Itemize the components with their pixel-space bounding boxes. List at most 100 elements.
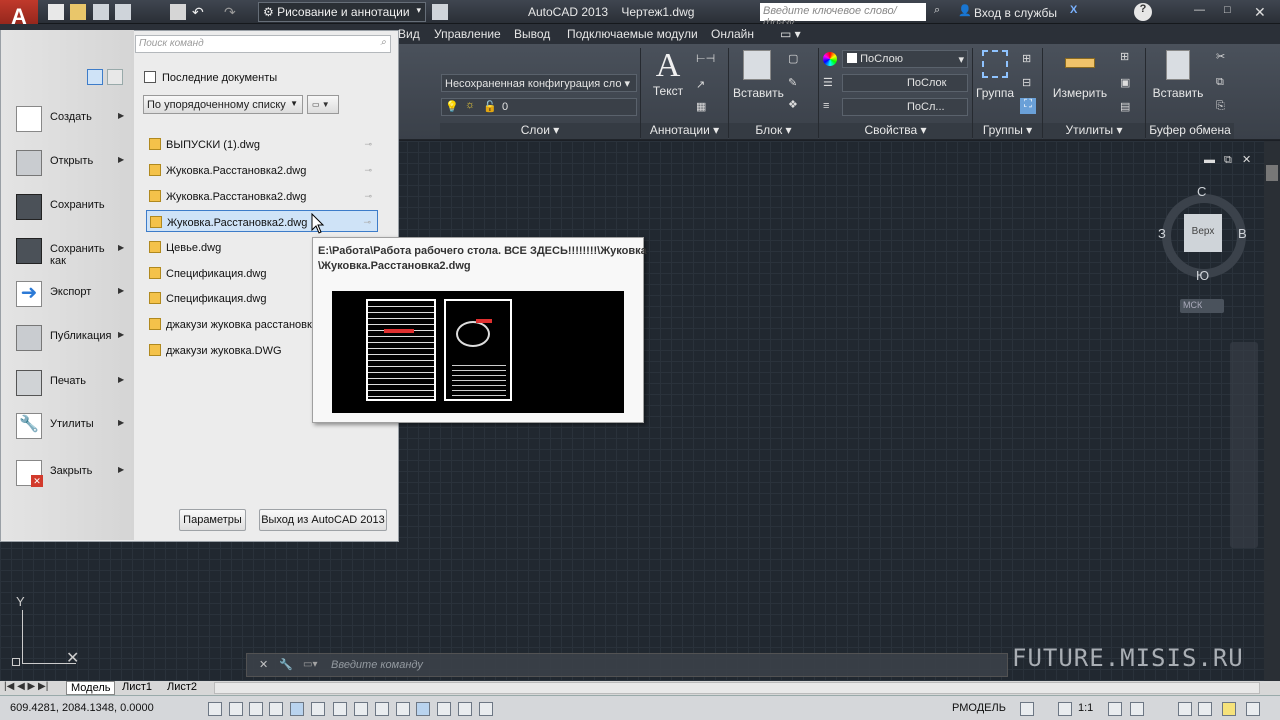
pin-icon[interactable]: ⊸ xyxy=(364,191,372,202)
navigation-bar[interactable] xyxy=(1230,342,1258,548)
panel-annotations-title[interactable]: Аннотации ▾ xyxy=(641,123,728,139)
attribute-icon[interactable]: ❖ xyxy=(788,98,798,111)
recent-doc-item-selected[interactable]: Жуковка.Расстановка2.dwg ⊸ xyxy=(146,210,378,232)
group-select-icon[interactable]: ⛶ xyxy=(1020,98,1036,114)
open-docs-view-icon[interactable] xyxy=(107,69,123,85)
paste-button[interactable]: Вставить xyxy=(1150,50,1206,110)
transparency-icon[interactable] xyxy=(437,702,451,716)
leader-icon[interactable]: ↗ xyxy=(696,78,705,91)
menu-create[interactable]: Создать ▶ xyxy=(14,102,132,136)
layer-state-select[interactable]: Несохраненная конфигурация сло ▾ xyxy=(441,74,637,92)
hardware-acceleration-icon[interactable] xyxy=(1198,702,1212,716)
compass-west[interactable]: З xyxy=(1158,226,1166,241)
cmd-settings-icon[interactable]: 🔧 xyxy=(279,658,293,671)
recent-doc-item[interactable]: Жуковка.Расстановка2.dwg ⊸ xyxy=(146,159,378,181)
options-button[interactable]: Параметры xyxy=(179,509,246,531)
panel-clipboard-title[interactable]: Буфер обмена xyxy=(1146,123,1234,139)
menu-output[interactable]: Вывод xyxy=(514,27,550,41)
signin-link[interactable]: Вход в службы xyxy=(974,6,1057,20)
annotation-autoscale-icon[interactable] xyxy=(1130,702,1144,716)
quick-calc-icon[interactable]: ⊞ xyxy=(1120,50,1129,63)
recent-doc-item[interactable]: ВЫПУСКИ (1).dwg ⊸ xyxy=(146,133,378,155)
menu-publish[interactable]: Публикация ▶ xyxy=(14,321,132,355)
recent-doc-item[interactable]: Жуковка.Расстановка2.dwg ⊸ xyxy=(146,185,378,207)
compass-east[interactable]: В xyxy=(1238,226,1247,241)
panel-layers-title[interactable]: Слои ▾ xyxy=(440,123,640,139)
menu-save[interactable]: Сохранить xyxy=(14,190,132,224)
open-icon[interactable] xyxy=(70,4,86,20)
pin-icon[interactable]: ⊸ xyxy=(363,217,371,228)
lock-ui-icon[interactable] xyxy=(1178,702,1192,716)
menu-utilities[interactable]: 🔧 Утилиты ▶ xyxy=(14,409,132,443)
3d-osnap-icon[interactable] xyxy=(333,702,347,716)
command-line[interactable]: ✕ 🔧 ▭▾ Введите команду xyxy=(246,653,1008,677)
plot-icon[interactable] xyxy=(170,4,186,20)
group-button[interactable]: Группа xyxy=(975,50,1015,110)
panel-block-title[interactable]: Блок ▾ xyxy=(729,123,818,139)
dynamic-input-icon[interactable] xyxy=(396,702,410,716)
linetype-select[interactable]: ПоСлок xyxy=(842,74,968,92)
grid-display-icon[interactable] xyxy=(249,702,263,716)
workspace-select[interactable]: ⚙ Рисование и аннотации ▾ xyxy=(258,2,426,22)
horizontal-scrollbar[interactable] xyxy=(214,682,1260,694)
help-icon[interactable]: ? xyxy=(1134,3,1152,21)
selection-cycling-icon[interactable] xyxy=(479,702,493,716)
panel-properties-title[interactable]: Свойства ▾ xyxy=(819,123,972,139)
pin-icon[interactable]: ⊸ xyxy=(364,165,372,176)
command-input[interactable]: Введите команду xyxy=(331,659,423,671)
ungroup-icon[interactable]: ⊞ xyxy=(1022,52,1031,65)
recent-docs-view-icon[interactable] xyxy=(87,69,103,85)
compass-south[interactable]: Ю xyxy=(1196,268,1209,283)
viewcube-top-face[interactable]: Верх xyxy=(1184,214,1222,252)
copy-icon[interactable]: ⧉ xyxy=(1216,76,1224,89)
search-input[interactable]: Введите ключевое слово/фразу xyxy=(760,3,926,29)
coordinates-readout[interactable]: 609.4281, 2084.1348, 0.0000 xyxy=(10,702,154,714)
viewport-restore-icon[interactable]: ⧉ xyxy=(1224,154,1232,167)
clean-screen-icon[interactable] xyxy=(1246,702,1260,716)
appmenu-search-input[interactable]: Поиск команд ⌕ xyxy=(135,35,391,53)
ortho-mode-icon[interactable] xyxy=(269,702,283,716)
object-snap-icon[interactable] xyxy=(311,702,325,716)
annotation-monitor-icon[interactable] xyxy=(1020,702,1034,716)
recent-doc-item[interactable]: джакузи жуковка расстановк xyxy=(146,313,312,335)
tab-nav-arrows-icon[interactable]: |◀ ◀ ▶ ▶| xyxy=(4,681,48,692)
insert-block-button[interactable]: Вставить xyxy=(733,50,784,110)
create-block-icon[interactable]: ▢ xyxy=(788,52,798,65)
dimension-icon[interactable]: ⊢⊣ xyxy=(696,52,715,65)
menu-close[interactable]: ✕ Закрыть ▶ xyxy=(14,456,132,490)
panel-groups-title[interactable]: Группы ▾ xyxy=(973,123,1042,139)
minimize-icon[interactable]: — xyxy=(1194,4,1210,20)
layers-quick-icon[interactable] xyxy=(432,4,448,20)
viewport-close-icon[interactable]: ✕ xyxy=(1242,153,1251,166)
group-edit-icon[interactable]: ⊟ xyxy=(1022,76,1031,89)
save-icon[interactable] xyxy=(93,4,109,20)
menu-export[interactable]: ➜ Экспорт ▶ xyxy=(14,277,132,311)
menu-plugins[interactable]: Подключаемые модули xyxy=(567,27,698,41)
list-icon[interactable]: ▤ xyxy=(1120,100,1130,113)
annotation-scale[interactable]: 1:1 xyxy=(1078,702,1093,714)
object-snap-tracking-icon[interactable] xyxy=(354,702,368,716)
pin-icon[interactable]: ⊸ xyxy=(364,139,372,150)
menu-online[interactable]: Онлайн xyxy=(711,27,754,41)
cut-icon[interactable]: ✂ xyxy=(1216,50,1225,63)
dynamic-ucs-icon[interactable] xyxy=(375,702,389,716)
exit-autocad-button[interactable]: Выход из AutoCAD 2013 xyxy=(259,509,387,531)
measure-button[interactable]: Измерить xyxy=(1050,50,1110,110)
isolate-objects-icon[interactable] xyxy=(1222,702,1236,716)
tab-sheet2[interactable]: Лист2 xyxy=(163,681,201,695)
maximize-icon[interactable]: □ xyxy=(1224,4,1240,20)
exchange-icon[interactable]: X xyxy=(1070,4,1086,20)
workspace-switch-icon[interactable] xyxy=(1108,702,1122,716)
save-as-icon[interactable] xyxy=(115,4,131,20)
binoculars-icon[interactable]: ⌕ xyxy=(934,4,950,20)
menu-print[interactable]: Печать ▶ xyxy=(14,366,132,400)
color-select[interactable]: ПоСлою ▾ xyxy=(842,50,968,68)
vertical-scrollbar[interactable] xyxy=(1264,141,1280,681)
model-space-toggle[interactable]: РМОДЕЛЬ xyxy=(952,702,1006,714)
match-icon[interactable]: ⎘ xyxy=(1216,100,1225,113)
redo-icon[interactable]: ↷ xyxy=(224,4,240,20)
close-icon[interactable]: ✕ xyxy=(1254,4,1270,20)
compass-north[interactable]: С xyxy=(1197,184,1206,199)
select-all-icon[interactable]: ▣ xyxy=(1120,76,1130,89)
menu-save-as[interactable]: Сохранить как ▶ xyxy=(14,234,132,268)
